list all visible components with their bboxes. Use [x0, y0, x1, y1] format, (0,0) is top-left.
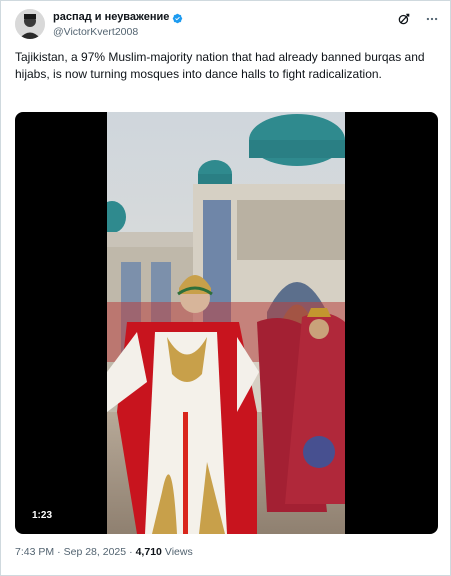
tweet-time[interactable]: 7:43 PM — [15, 546, 54, 558]
meta-separator: · — [57, 546, 61, 558]
video-thumbnail — [107, 112, 345, 534]
grok-icon[interactable] — [396, 11, 412, 27]
views-label: Views — [164, 546, 193, 558]
avatar-image — [15, 9, 45, 39]
tweet-header: распад и неуважение @VictorKvert2008 — [15, 9, 440, 45]
author-avatar[interactable] — [15, 9, 45, 39]
author-info: распад и неуважение @VictorKvert2008 — [53, 9, 183, 38]
video-duration-badge: 1:23 — [27, 508, 58, 524]
author-display-name[interactable]: распад и неуважение — [53, 11, 169, 23]
video-frame[interactable] — [107, 112, 345, 534]
author-handle[interactable]: @VictorKvert2008 — [53, 26, 183, 38]
tweet-card[interactable]: распад и неуважение @VictorKvert2008 Taj… — [0, 0, 451, 576]
tweet-date[interactable]: Sep 28, 2025 — [64, 546, 126, 558]
tweet-meta: 7:43 PM · Sep 28, 2025 · 4,710 Views — [15, 546, 193, 558]
meta-separator: · — [129, 546, 133, 558]
verified-badge-icon — [172, 11, 183, 24]
tweet-text: Tajikistan, a 97% Muslim-majority nation… — [15, 50, 425, 81]
video-player[interactable]: 1:23 — [15, 112, 438, 534]
header-actions — [396, 11, 440, 27]
more-icon[interactable] — [424, 11, 440, 27]
views-count: 4,710 — [135, 546, 162, 558]
